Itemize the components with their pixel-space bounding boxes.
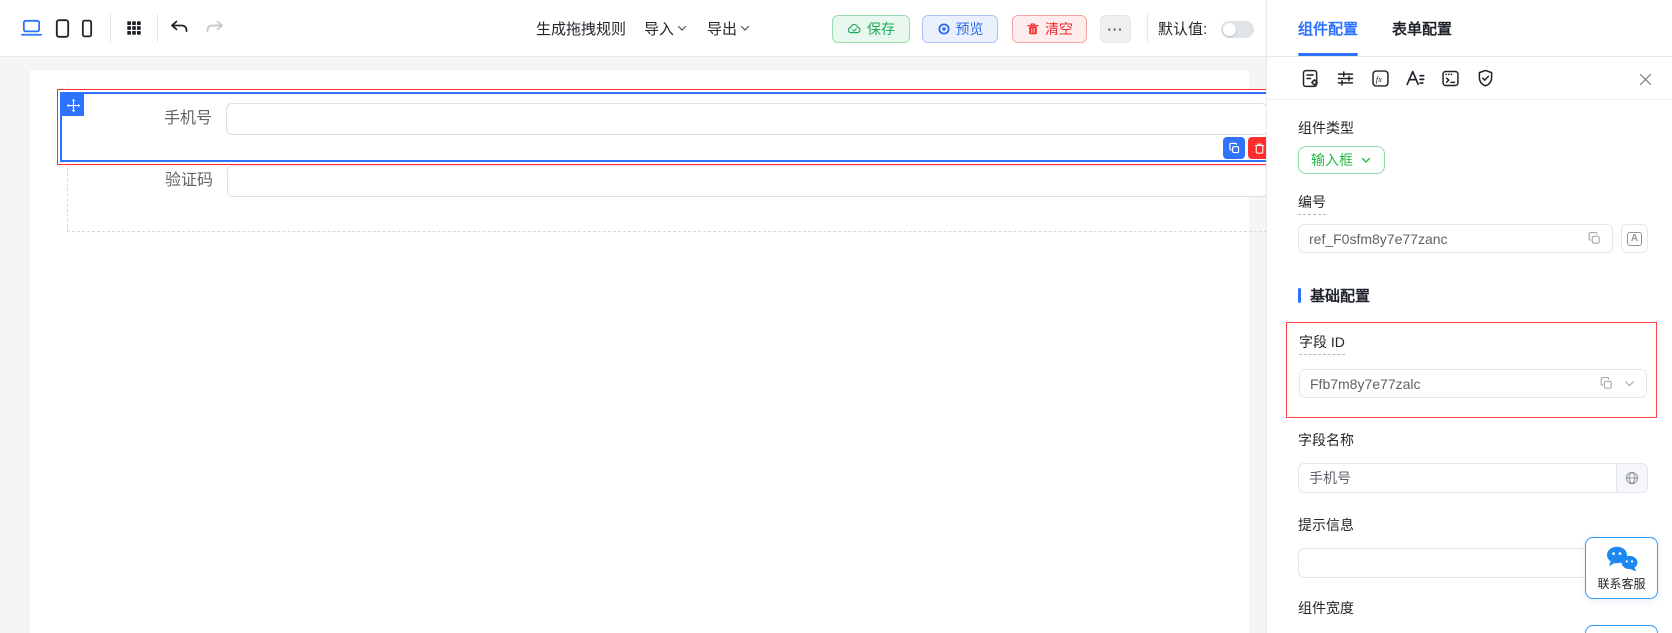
generate-rule-button[interactable]: 生成拖拽规则 <box>536 0 626 56</box>
customer-service-widget[interactable]: 联系客服 <box>1585 537 1658 599</box>
default-value-toggle[interactable] <box>1221 21 1254 38</box>
device-tablet-button[interactable] <box>52 0 73 56</box>
toolbar-divider <box>1147 14 1148 42</box>
field-label: 手机号 <box>62 103 226 135</box>
top-toolbar: 生成拖拽规则 导入 导出 保存 <box>0 0 1266 57</box>
undo-button[interactable] <box>169 0 190 56</box>
floating-widget-partial[interactable] <box>1585 625 1658 633</box>
toggle-knob <box>1223 23 1236 36</box>
tab-component-config[interactable]: 组件配置 <box>1298 0 1358 56</box>
trash-icon <box>1253 142 1266 155</box>
component-type-value: 输入框 <box>1311 150 1353 170</box>
move-handle[interactable] <box>62 94 84 116</box>
generate-rule-label: 生成拖拽规则 <box>536 18 626 39</box>
sliders-icon[interactable] <box>1333 66 1357 90</box>
svg-text:fx: fx <box>1375 74 1381 84</box>
design-canvas[interactable]: 手机号 <box>0 57 1266 633</box>
device-desktop-button[interactable] <box>20 0 43 56</box>
clear-label: 清空 <box>1045 19 1073 39</box>
globe-icon <box>1624 470 1640 486</box>
grid-icon <box>125 19 143 37</box>
copy-icon[interactable] <box>1587 231 1602 246</box>
redo-icon <box>204 18 225 39</box>
save-button[interactable]: 保存 <box>832 15 910 43</box>
form-settings-icon[interactable] <box>1298 66 1322 90</box>
field-id-label: 字段 ID <box>1299 332 1647 355</box>
device-phone-button[interactable] <box>77 0 97 56</box>
component-menu-button[interactable] <box>125 0 143 56</box>
chevron-down-icon <box>739 22 751 34</box>
close-icon <box>1637 71 1654 88</box>
field-label: 验证码 <box>67 165 227 197</box>
field-action-buttons <box>1223 137 1266 159</box>
export-dropdown[interactable]: 导出 <box>707 0 751 56</box>
toolbar-divider <box>157 14 158 42</box>
chevron-down-icon <box>1360 154 1372 166</box>
basic-config-section-header: 基础配置 <box>1298 285 1648 306</box>
tab-form-config[interactable]: 表单配置 <box>1392 0 1452 56</box>
preview-button[interactable]: 预览 <box>922 15 998 43</box>
move-icon <box>66 98 81 113</box>
redo-button[interactable] <box>204 0 225 56</box>
cloud-check-icon <box>847 22 862 37</box>
copy-icon[interactable] <box>1599 376 1614 391</box>
trash-icon <box>1026 22 1040 36</box>
ref-value: ref_F0sfm8y7e77zanc <box>1309 231 1587 247</box>
field-captcha[interactable]: 验证码 <box>67 165 1266 197</box>
more-button[interactable]: ··· <box>1100 15 1131 43</box>
save-label: 保存 <box>867 19 895 39</box>
duplicate-field-button[interactable] <box>1223 137 1245 159</box>
ref-label: 编号 <box>1298 192 1648 215</box>
captcha-field-input[interactable] <box>227 165 1266 197</box>
copy-icon <box>1228 142 1241 155</box>
hint-input[interactable] <box>1298 548 1616 578</box>
close-panel-button[interactable] <box>1635 69 1655 89</box>
chevron-down-icon[interactable] <box>1623 377 1636 390</box>
variable-binding-button[interactable]: A <box>1621 224 1648 253</box>
form-designer-app: 生成拖拽规则 导入 导出 保存 <box>0 0 1672 633</box>
chevron-down-icon <box>676 22 688 34</box>
field-name-input[interactable] <box>1298 463 1616 493</box>
selection-border: 手机号 <box>60 92 1266 162</box>
toolbar-divider <box>110 14 111 42</box>
hint-label: 提示信息 <box>1298 515 1648 535</box>
form-paper: 手机号 <box>30 70 1249 633</box>
function-fx-icon[interactable]: fx <box>1368 66 1392 90</box>
clear-button[interactable]: 清空 <box>1012 15 1087 43</box>
terminal-icon[interactable] <box>1438 66 1462 90</box>
i18n-globe-button[interactable] <box>1616 463 1648 493</box>
customer-service-label: 联系客服 <box>1597 575 1645 592</box>
field-name-label: 字段名称 <box>1298 430 1648 450</box>
import-dropdown[interactable]: 导入 <box>644 0 688 56</box>
tablet-icon <box>52 17 73 40</box>
export-label: 导出 <box>707 18 737 39</box>
phone-icon <box>77 17 97 40</box>
preview-label: 预览 <box>956 19 984 39</box>
import-label: 导入 <box>644 18 674 39</box>
section-accent-bar <box>1298 288 1301 303</box>
undo-icon <box>169 18 190 39</box>
laptop-icon <box>20 17 43 40</box>
selected-field-phone[interactable]: 手机号 <box>57 89 1266 165</box>
eye-icon <box>937 22 951 36</box>
letter-a-icon: A <box>1627 232 1641 246</box>
panel-icon-toolbar: fx <box>1267 57 1672 100</box>
component-type-label: 组件类型 <box>1298 118 1648 138</box>
delete-field-button[interactable] <box>1248 137 1266 159</box>
component-type-dropdown[interactable]: 输入框 <box>1298 146 1385 174</box>
wechat-icon <box>1605 545 1639 573</box>
width-label: 组件宽度 <box>1298 598 1648 618</box>
form-row: 手机号 <box>62 94 1266 135</box>
field-id-value: Ffb7m8y7e77zalc <box>1310 376 1599 392</box>
shield-check-icon[interactable] <box>1473 66 1497 90</box>
ref-input[interactable]: ref_F0sfm8y7e77zanc <box>1298 224 1613 253</box>
default-value-label: 默认值: <box>1158 0 1207 56</box>
ellipsis-icon: ··· <box>1108 22 1124 37</box>
panel-tab-bar: 组件配置 表单配置 <box>1267 0 1672 57</box>
font-style-icon[interactable] <box>1403 66 1427 90</box>
field-id-highlight-ring: 字段 ID Ffb7m8y7e77zalc <box>1286 322 1657 418</box>
phone-field-input[interactable] <box>226 103 1266 135</box>
field-id-input[interactable]: Ffb7m8y7e77zalc <box>1299 369 1647 398</box>
